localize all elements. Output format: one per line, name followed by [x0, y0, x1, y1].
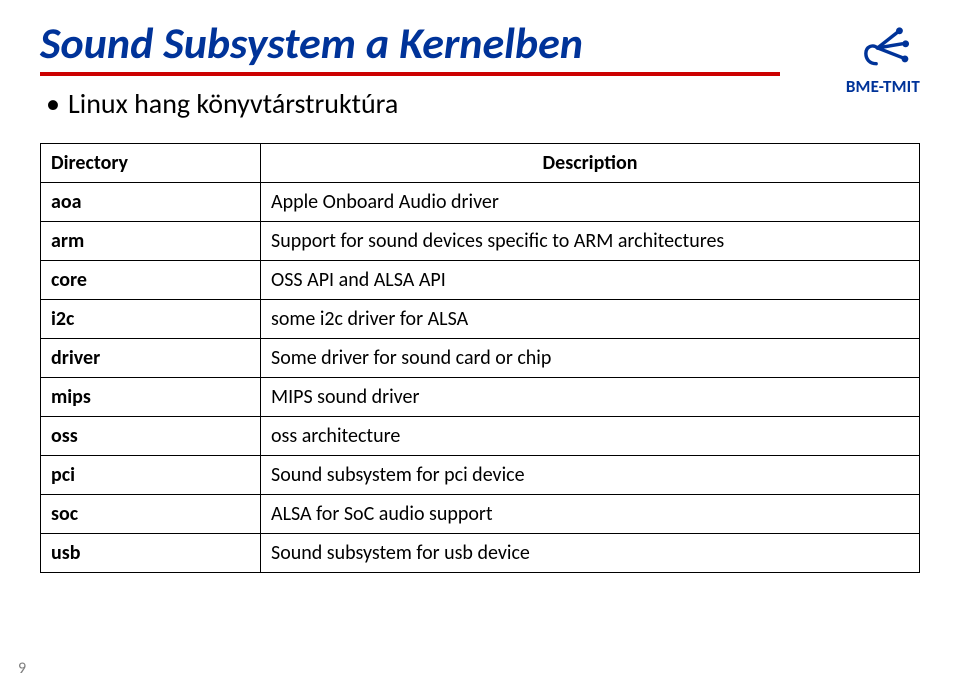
cell-directory: mips: [41, 378, 261, 417]
table-row: mips MIPS sound driver: [41, 378, 920, 417]
cell-directory: soc: [41, 495, 261, 534]
cell-directory: usb: [41, 534, 261, 573]
col-directory: Directory: [41, 144, 261, 183]
table-row: aoa Apple Onboard Audio driver: [41, 183, 920, 222]
table-row: oss oss architecture: [41, 417, 920, 456]
cell-description: Support for sound devices specific to AR…: [261, 222, 920, 261]
table-row: pci Sound subsystem for pci device: [41, 456, 920, 495]
page-number: 9: [18, 659, 26, 678]
logo-label: BME-TMIT: [846, 76, 920, 97]
cell-directory: pci: [41, 456, 261, 495]
cell-directory: arm: [41, 222, 261, 261]
logo-block: BME-TMIT: [846, 20, 920, 97]
slide-title: Sound Subsystem a Kernelben: [40, 20, 780, 66]
cell-description: OSS API and ALSA API: [261, 261, 920, 300]
header-row: Sound Subsystem a Kernelben Linux hang k…: [40, 20, 920, 121]
table-row: core OSS API and ALSA API: [41, 261, 920, 300]
cell-description: MIPS sound driver: [261, 378, 920, 417]
cell-description: oss architecture: [261, 417, 920, 456]
title-block: Sound Subsystem a Kernelben Linux hang k…: [40, 20, 780, 121]
cell-description: Apple Onboard Audio driver: [261, 183, 920, 222]
cell-directory: i2c: [41, 300, 261, 339]
cell-description: Sound subsystem for pci device: [261, 456, 920, 495]
cell-directory: driver: [41, 339, 261, 378]
cell-directory: oss: [41, 417, 261, 456]
table-row: arm Support for sound devices specific t…: [41, 222, 920, 261]
table-row: soc ALSA for SoC audio support: [41, 495, 920, 534]
cell-directory: core: [41, 261, 261, 300]
title-underline: [40, 72, 780, 76]
slide: Sound Subsystem a Kernelben Linux hang k…: [0, 0, 960, 694]
slide-subtitle: Linux hang könyvtárstruktúra: [40, 86, 780, 121]
table-row: usb Sound subsystem for usb device: [41, 534, 920, 573]
cell-description: some i2c driver for ALSA: [261, 300, 920, 339]
col-description: Description: [261, 144, 920, 183]
table-header-row: Directory Description: [41, 144, 920, 183]
logo-icon: [848, 26, 918, 74]
cell-description: ALSA for SoC audio support: [261, 495, 920, 534]
cell-directory: aoa: [41, 183, 261, 222]
table-row: driver Some driver for sound card or chi…: [41, 339, 920, 378]
cell-description: Sound subsystem for usb device: [261, 534, 920, 573]
cell-description: Some driver for sound card or chip: [261, 339, 920, 378]
directory-table-wrap: Directory Description aoa Apple Onboard …: [40, 143, 920, 573]
table-row: i2c some i2c driver for ALSA: [41, 300, 920, 339]
directory-table: Directory Description aoa Apple Onboard …: [40, 143, 920, 573]
